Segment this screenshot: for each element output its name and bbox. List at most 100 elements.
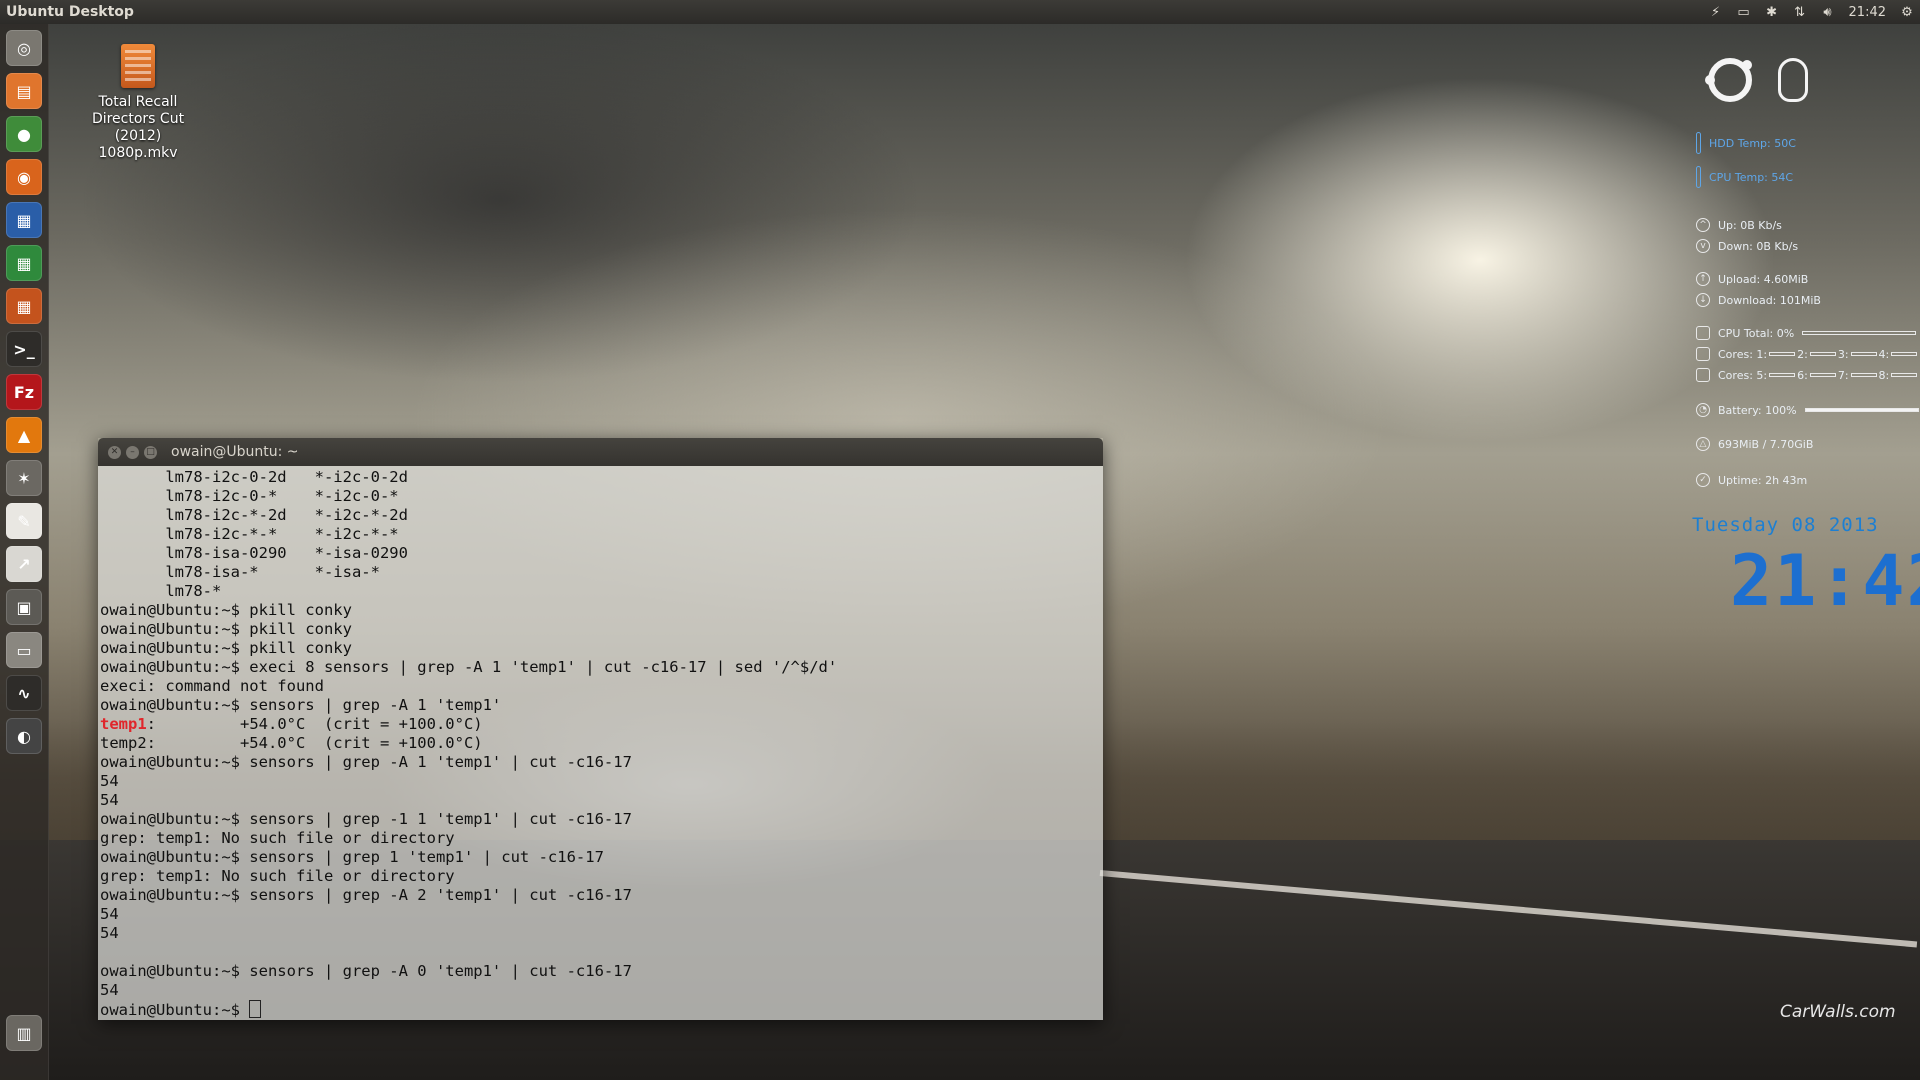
- launcher-libreoffice-writer-icon[interactable]: ▦: [6, 202, 42, 238]
- terminal-line: execi: command not found: [100, 677, 324, 695]
- conky-clock: 21:42: [1730, 540, 1920, 622]
- launcher-text-editor-icon[interactable]: ✎: [6, 503, 42, 539]
- cpu-total: CPU Total: 0%: [1718, 326, 1795, 340]
- terminal-line: grep: temp1: No such file or directory: [100, 829, 455, 847]
- cores-label-8: 8:: [1878, 368, 1890, 382]
- launcher-system-monitor-icon[interactable]: ∿: [6, 675, 42, 711]
- core-bar: [1769, 352, 1796, 356]
- battery-icon: ◔: [1696, 403, 1710, 417]
- launcher-libreoffice-impress-icon[interactable]: ▦: [6, 288, 42, 324]
- arrow-down-icon: v: [1696, 239, 1710, 253]
- terminal-line: temp1: +54.0°C (crit = +100.0°C): [100, 715, 483, 733]
- cores-label-1: Cores: 1:: [1718, 347, 1768, 361]
- terminal-line: lm78-i2c-*-2d *-i2c-*-2d: [100, 506, 408, 524]
- cpu-total-bar: [1802, 331, 1917, 335]
- terminal-line: 54: [100, 981, 119, 999]
- memory: 693MiB / 7.70GiB: [1718, 437, 1814, 451]
- terminal-line: owain@Ubuntu:~$ execi 8 sensors | grep -…: [100, 658, 838, 676]
- terminal-line: owain@Ubuntu:~$ sensors | grep -A 2 'tem…: [100, 886, 632, 904]
- panel-title: Ubuntu Desktop: [6, 4, 134, 20]
- net-download-total: Download: 101MiB: [1718, 293, 1821, 307]
- arrow-up-icon: ^: [1696, 218, 1710, 232]
- thermometer-icon: [1696, 166, 1701, 188]
- net-up: Up: 0B Kb/s: [1718, 218, 1782, 232]
- upload-icon: ↑: [1696, 272, 1710, 286]
- terminal-line: 54: [100, 791, 119, 809]
- desktop-file-label-1: Total Recall: [98, 94, 178, 110]
- launcher-terminal-icon[interactable]: >_: [6, 331, 42, 367]
- cores-label-3: 3:: [1837, 347, 1849, 361]
- terminal-line: owain@Ubuntu:~$: [100, 1000, 1103, 1019]
- cores-label-6: 6:: [1797, 368, 1808, 382]
- cpu-temp: CPU Temp: 54C: [1709, 170, 1794, 184]
- launcher-trash-icon[interactable]: ▥: [6, 1015, 42, 1051]
- core-bar: [1850, 352, 1877, 356]
- terminal-body[interactable]: lm78-i2c-0-2d *-i2c-0-2d lm78-i2c-0-* *-…: [98, 466, 1103, 1020]
- desktop-file-label-2: Directors Cut: [91, 111, 185, 127]
- launcher-system-monitor-graph-icon[interactable]: ↗: [6, 546, 42, 582]
- desktop-file-label-3: (2012) 1080p.mkv: [98, 128, 178, 161]
- launcher-files-icon[interactable]: ▤: [6, 73, 42, 109]
- terminal-title: owain@Ubuntu: ~: [171, 444, 299, 460]
- terminal-line: lm78-i2c-0-* *-i2c-0-*: [100, 487, 399, 505]
- desktop-file-icon[interactable]: Total Recall Directors Cut (2012) 1080p.…: [74, 44, 202, 162]
- battery-bar: [1804, 408, 1919, 412]
- minimize-icon[interactable]: –: [126, 445, 139, 459]
- ubuntu-logo-icon: [1705, 58, 1752, 102]
- terminal-line: owain@Ubuntu:~$ sensors | grep -A 1 'tem…: [100, 753, 632, 771]
- terminal-cursor: [249, 1000, 262, 1018]
- video-file-icon: [121, 44, 155, 88]
- core-bar: [1809, 352, 1836, 356]
- launcher-scanner-icon[interactable]: ▭: [6, 632, 42, 668]
- memory-icon: △: [1696, 437, 1710, 451]
- terminal-line: lm78-i2c-*-* *-i2c-*-*: [100, 525, 399, 543]
- launcher-system-settings-icon[interactable]: ✶: [6, 460, 42, 496]
- terminal-line: temp2: +54.0°C (crit = +100.0°C): [100, 734, 483, 752]
- cpu-icon: [1696, 326, 1710, 340]
- terminal-line: owain@Ubuntu:~$ sensors | grep 1 'temp1'…: [100, 848, 604, 866]
- launcher-chrome-icon[interactable]: ●: [6, 116, 42, 152]
- close-icon[interactable]: ✕: [108, 445, 121, 459]
- core-bar: [1891, 373, 1918, 377]
- terminal-line: owain@Ubuntu:~$ sensors | grep -A 1 'tem…: [100, 696, 502, 714]
- core-bar: [1850, 373, 1877, 377]
- terminal-line: owain@Ubuntu:~$ pkill conky: [100, 601, 352, 619]
- cores-label-5: Cores: 5:: [1718, 368, 1768, 382]
- launcher-steam-icon[interactable]: ◐: [6, 718, 42, 754]
- cpu-icon: [1696, 368, 1710, 382]
- hdd-temp: HDD Temp: 50C: [1709, 136, 1796, 150]
- cpu-icon: [1696, 347, 1710, 361]
- terminal-line: 54: [100, 905, 119, 923]
- net-upload-total: Upload: 4.60MiB: [1718, 272, 1809, 286]
- cores-label-4: 4:: [1878, 347, 1890, 361]
- download-icon: ↓: [1696, 293, 1710, 307]
- thermometer-icon: [1696, 132, 1701, 154]
- core-bar: [1769, 373, 1796, 377]
- launcher-libreoffice-calc-icon[interactable]: ▦: [6, 245, 42, 281]
- terminal-window[interactable]: ✕ – □ owain@Ubuntu: ~ lm78-i2c-0-2d *-i2…: [98, 438, 1103, 1020]
- net-down: Down: 0B Kb/s: [1718, 239, 1799, 253]
- terminal-line: owain@Ubuntu:~$ pkill conky: [100, 639, 352, 657]
- battery: Battery: 100%: [1718, 403, 1797, 417]
- cores-label-2: 2:: [1797, 347, 1808, 361]
- top-panel: Ubuntu Desktop ⚡ ▭ ✱ ⇅ 🔊︎ 21:42 ⚙: [0, 0, 1920, 24]
- launcher-disk-utility-icon[interactable]: ▣: [6, 589, 42, 625]
- terminal-line: 54: [100, 772, 119, 790]
- launcher-dash-home-icon[interactable]: ◎: [6, 30, 42, 66]
- terminal-line: lm78-*: [100, 582, 222, 600]
- uptime: Uptime: 2h 43m: [1718, 473, 1808, 487]
- core-bar: [1809, 373, 1836, 377]
- wallpaper-watermark: CarWalls.com: [1780, 1002, 1896, 1022]
- terminal-line: 54: [100, 924, 119, 942]
- terminal-titlebar[interactable]: ✕ – □ owain@Ubuntu: ~: [98, 438, 1103, 466]
- launcher-filezilla-icon[interactable]: Fz: [6, 374, 42, 410]
- terminal-line: lm78-isa-* *-isa-*: [100, 563, 380, 581]
- launcher-firefox-icon[interactable]: ◉: [6, 159, 42, 195]
- terminal-line: owain@Ubuntu:~$ sensors | grep -A 0 'tem…: [100, 962, 632, 980]
- terminal-line: grep: temp1: No such file or directory: [100, 867, 455, 885]
- terminal-line: owain@Ubuntu:~$ pkill conky: [100, 620, 352, 638]
- tux-logo-icon: [1778, 58, 1808, 102]
- launcher-vlc-icon[interactable]: ▲: [6, 417, 42, 453]
- maximize-icon[interactable]: □: [144, 445, 157, 459]
